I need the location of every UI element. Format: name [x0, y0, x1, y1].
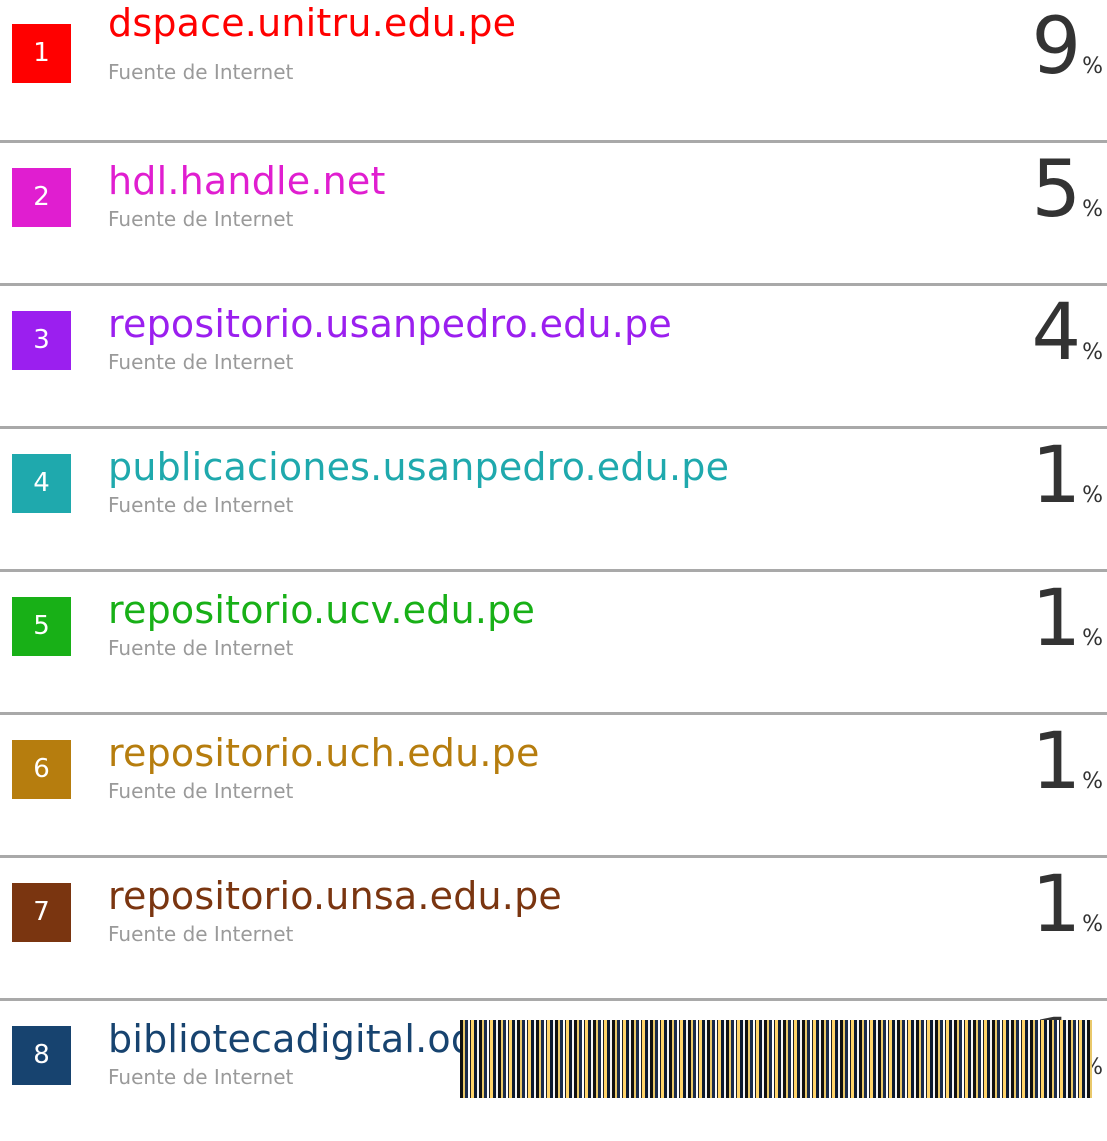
- rank-badge: 5: [12, 597, 71, 656]
- rank-badge: 8: [12, 1026, 71, 1085]
- source-type: Fuente de Internet: [108, 636, 294, 660]
- rank-badge: 6: [12, 740, 71, 799]
- source-type: Fuente de Internet: [108, 1065, 294, 1089]
- source-row-4: 4 publicaciones.usanpedro.edu.pe Fuente …: [0, 429, 1107, 569]
- source-name[interactable]: repositorio.ucv.edu.pe: [108, 587, 535, 635]
- similarity-percent: 1%: [1031, 431, 1103, 521]
- similarity-percent: 9%: [1031, 2, 1103, 92]
- source-type: Fuente de Internet: [108, 493, 294, 517]
- source-name[interactable]: dspace.unitru.edu.pe: [108, 0, 516, 48]
- source-type: Fuente de Internet: [108, 922, 294, 946]
- similarity-percent: 1%: [1031, 574, 1103, 664]
- source-row-5: 5 repositorio.ucv.edu.pe Fuente de Inter…: [0, 572, 1107, 712]
- source-name[interactable]: repositorio.unsa.edu.pe: [108, 873, 562, 921]
- similarity-percent: 1%: [1031, 717, 1103, 807]
- rank-badge: 7: [12, 883, 71, 942]
- source-type: Fuente de Internet: [108, 60, 294, 84]
- source-name[interactable]: hdl.handle.net: [108, 158, 386, 206]
- source-row-6: 6 repositorio.uch.edu.pe Fuente de Inter…: [0, 715, 1107, 855]
- source-type: Fuente de Internet: [108, 207, 294, 231]
- source-row-1: 1 dspace.unitru.edu.pe Fuente de Interne…: [0, 0, 1107, 140]
- source-list: 1 dspace.unitru.edu.pe Fuente de Interne…: [0, 0, 1107, 1141]
- source-name[interactable]: publicaciones.usanpedro.edu.pe: [108, 444, 729, 492]
- source-name[interactable]: repositorio.usanpedro.edu.pe: [108, 301, 672, 349]
- rank-badge: 3: [12, 311, 71, 370]
- source-row-2: 2 hdl.handle.net Fuente de Internet 5%: [0, 143, 1107, 283]
- barcode-strip: [460, 1020, 1092, 1098]
- rank-badge: 4: [12, 454, 71, 513]
- similarity-percent: 4%: [1031, 288, 1103, 378]
- similarity-percent: 5%: [1031, 145, 1103, 235]
- source-row-7: 7 repositorio.unsa.edu.pe Fuente de Inte…: [0, 858, 1107, 998]
- source-name[interactable]: repositorio.uch.edu.pe: [108, 730, 540, 778]
- source-type: Fuente de Internet: [108, 779, 294, 803]
- similarity-percent: 1%: [1031, 860, 1103, 950]
- source-type: Fuente de Internet: [108, 350, 294, 374]
- rank-badge: 2: [12, 168, 71, 227]
- rank-badge: 1: [12, 24, 71, 83]
- source-row-3: 3 repositorio.usanpedro.edu.pe Fuente de…: [0, 286, 1107, 426]
